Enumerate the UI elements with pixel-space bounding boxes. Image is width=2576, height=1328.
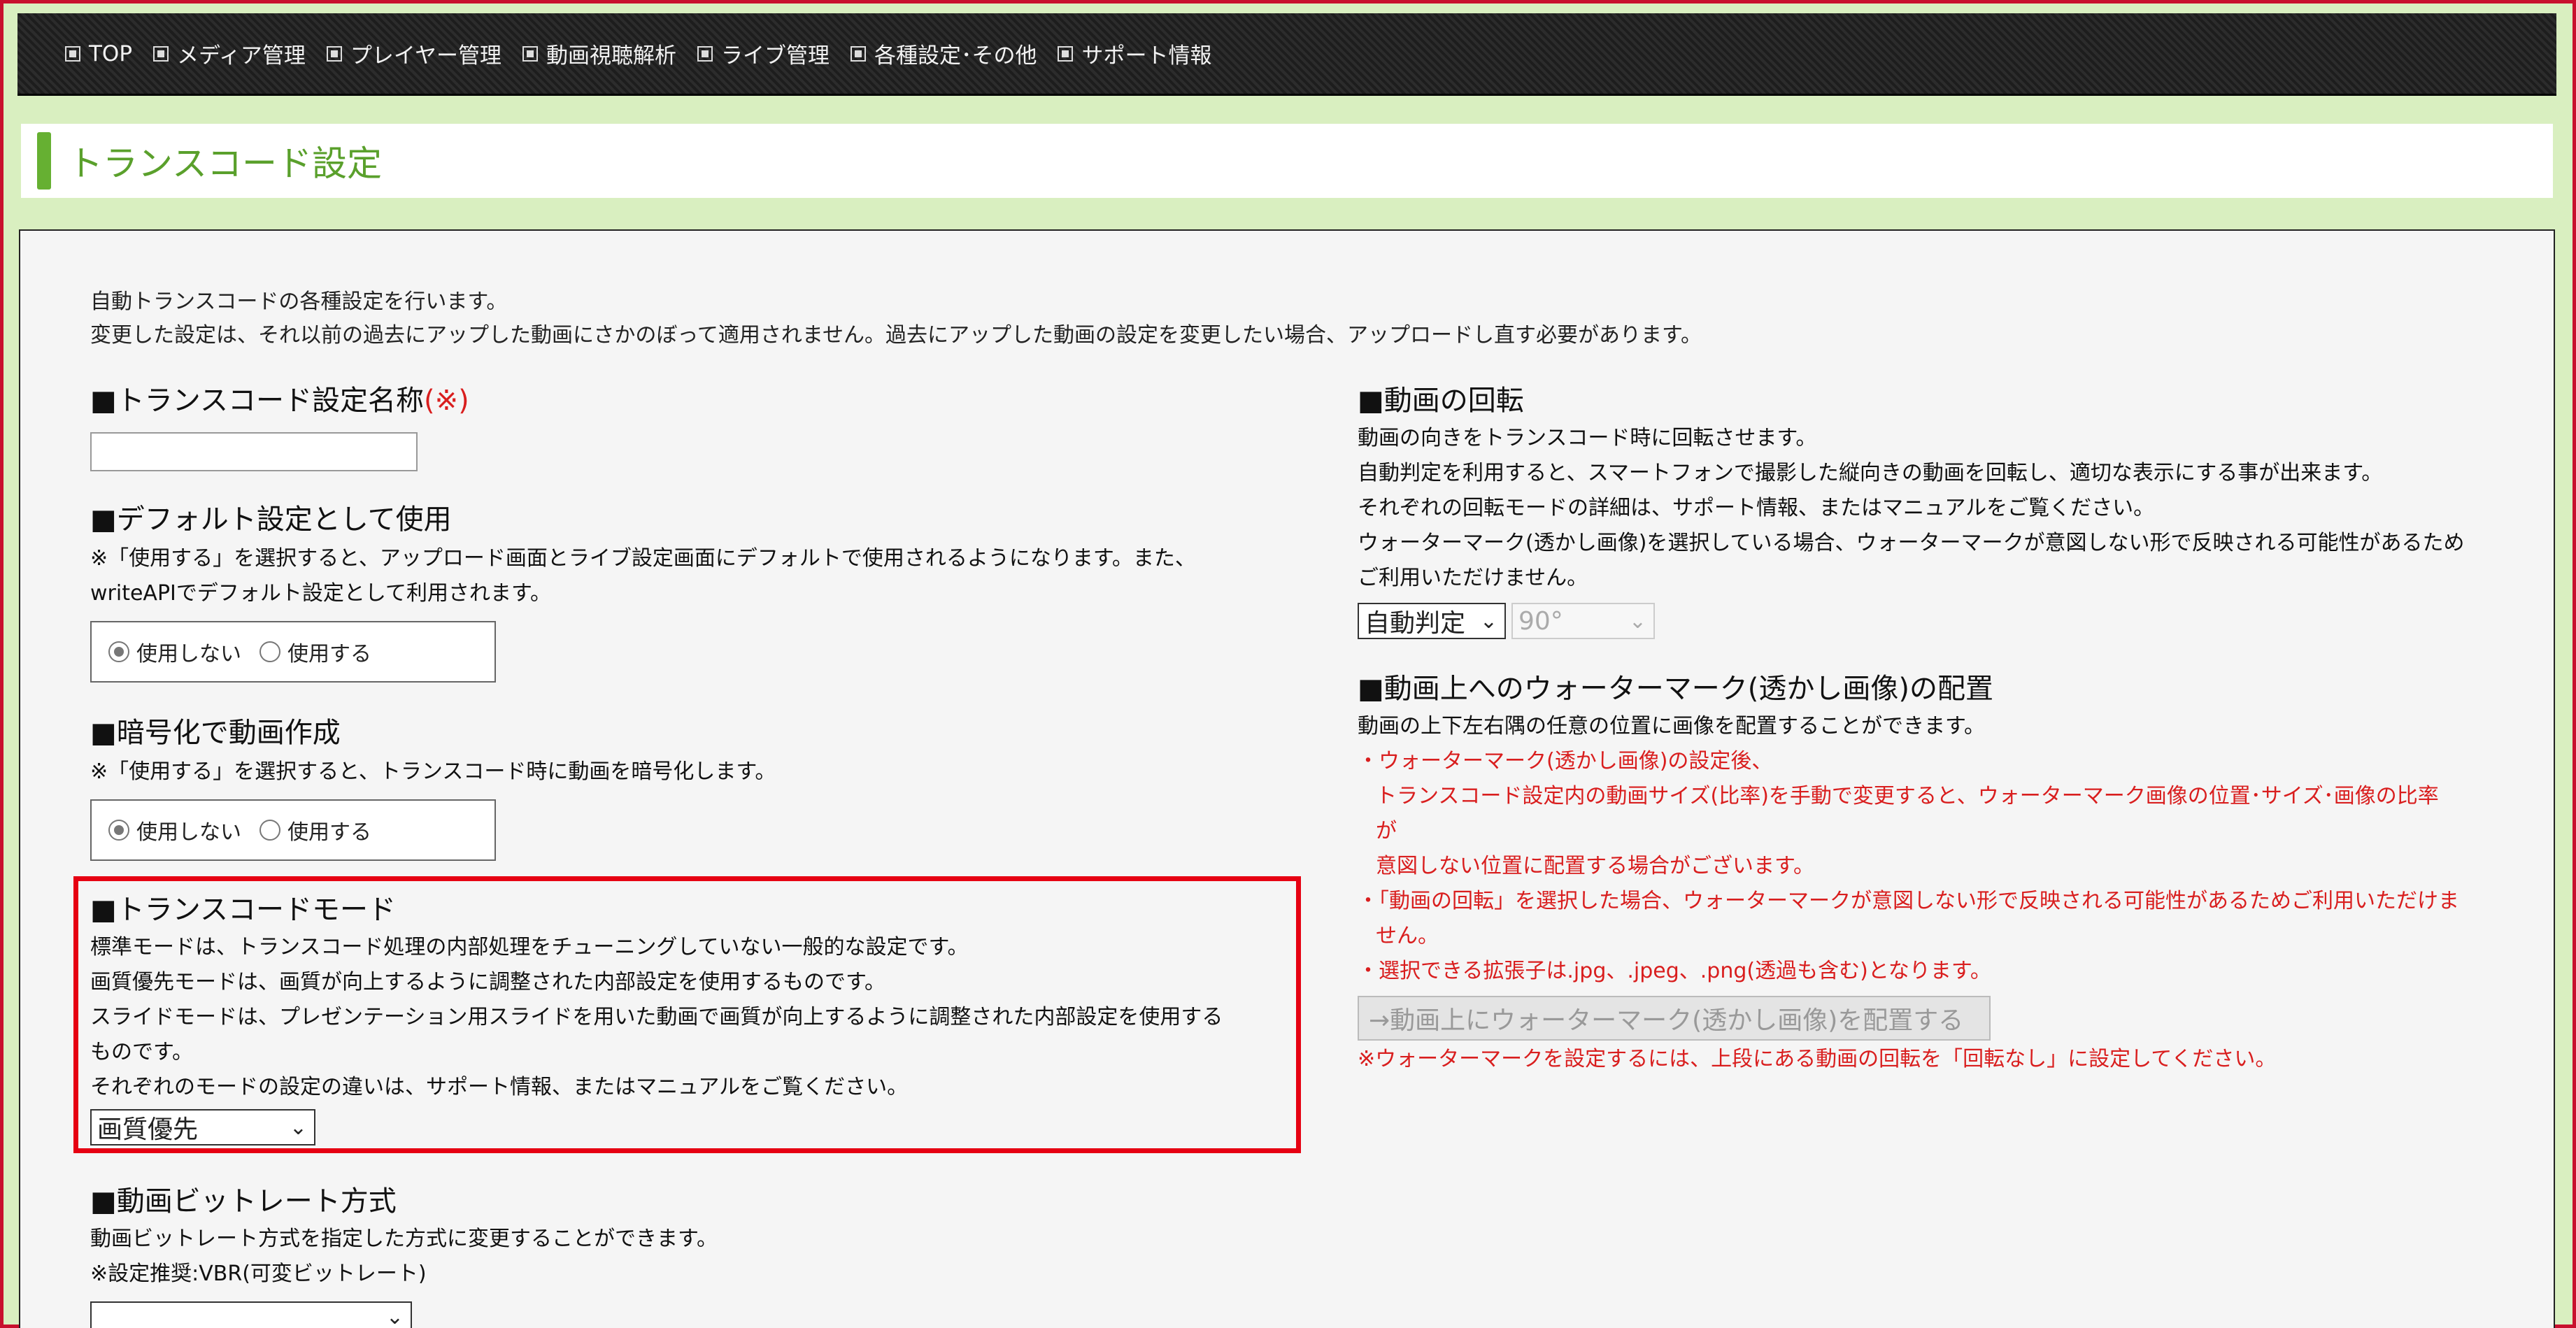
mode-line-1: 標準モードは、トランスコード処理の内部処理をチューニングしていない一般的な設定で… (90, 935, 969, 959)
nav-item-player[interactable]: プレイヤー管理 (326, 38, 501, 69)
section-heading: ■動画ビットレート方式 (90, 1185, 397, 1218)
watermark-section: ■動画上へのウォーターマーク(透かし画像)の配置 動画の上下左右隅の任意の位置に… (1358, 666, 2459, 1077)
checkbox-icon (1058, 45, 1074, 62)
nav-item-live[interactable]: ライブ管理 (697, 38, 830, 69)
mode-line-3: スライドモードは、プレゼンテーション用スライドを用いた動画で画質が向上するように… (90, 1005, 1223, 1029)
nav-item-support[interactable]: サポート情報 (1058, 38, 1211, 69)
watermark-note-7: ・選択できる拡張子は.jpg、.jpeg、.png(透過も含む)となります。 (1358, 959, 1991, 983)
title-bar: トランスコード設定 (21, 124, 2553, 198)
title-accent-bar (37, 132, 51, 190)
section-heading: ■デフォルト設定として使用 (90, 504, 452, 536)
setting-name-input[interactable] (90, 432, 418, 471)
bitrate-select[interactable]: ⌄ (90, 1301, 412, 1328)
chevron-down-icon: ⌄ (1628, 608, 1646, 634)
section-heading: ■動画上へのウォーターマーク(透かし画像)の配置 (1358, 673, 1994, 705)
nav-item-analytics[interactable]: 動画視聴解析 (522, 38, 676, 69)
checkbox-icon (850, 45, 866, 62)
rotation-line-5: ご利用いただけません。 (1358, 566, 1588, 590)
section-heading: ■トランスコードモード (90, 894, 396, 926)
encrypt-section: ■暗号化で動画作成 ※「使用する」を選択すると、トランスコード時に動画を暗号化し… (90, 710, 776, 861)
encrypt-radio-group: 使用しない 使用する (90, 799, 496, 861)
section-heading: ■トランスコード設定名称(※) (90, 385, 469, 417)
transcode-mode-select[interactable]: 画質優先 ⌄ (90, 1109, 315, 1145)
intro-text: 自動トランスコードの各種設定を行います。 変更した設定は、それ以前の過去にアップ… (90, 285, 1702, 352)
chevron-down-icon: ⌄ (1479, 608, 1497, 634)
watermark-note-2: トランスコード設定内の動画サイズ(比率)を手動で変更すると、ウォーターマーク画像… (1376, 784, 2439, 808)
bitrate-line-2: ※設定推奨:VBR(可変ビットレート) (90, 1262, 427, 1286)
watermark-note-1: ・ウォーターマーク(透かし画像)の設定後、 (1358, 749, 1773, 773)
default-radio-group: 使用しない 使用する (90, 621, 496, 683)
required-mark: (※) (424, 385, 469, 417)
mode-line-4: ものです。 (90, 1040, 193, 1064)
radio-checked-icon (108, 641, 129, 662)
default-section: ■デフォルト設定として使用 ※「使用する」を選択すると、アップロード画面とライブ… (90, 497, 1196, 683)
encrypt-note: ※「使用する」を選択すると、トランスコード時に動画を暗号化します。 (90, 759, 776, 784)
rotation-angle-select[interactable]: 90° ⌄ (1511, 603, 1655, 639)
rotation-mode-select[interactable]: 自動判定 ⌄ (1358, 603, 1506, 639)
nav-item-settings[interactable]: 各種設定･その他 (850, 38, 1037, 69)
default-note-1: ※「使用する」を選択すると、アップロード画面とライブ設定画面にデフォルトで使用さ… (90, 546, 1196, 571)
default-option-on[interactable]: 使用する (259, 636, 371, 667)
page-title: トランスコード設定 (68, 143, 382, 184)
rotation-controls: 自動判定 ⌄ 90° ⌄ (1358, 603, 2465, 639)
checkbox-icon (697, 45, 713, 62)
chevron-down-icon: ⌄ (385, 1304, 404, 1328)
top-nav: TOP メディア管理 プレイヤー管理 動画視聴解析 ライブ管理 各種設定･その他… (17, 13, 2556, 96)
checkbox-icon (65, 45, 80, 62)
chevron-down-icon: ⌄ (289, 1115, 307, 1140)
section-heading: ■暗号化で動画作成 (90, 717, 341, 749)
checkbox-icon (326, 45, 342, 62)
app-frame: TOP メディア管理 プレイヤー管理 動画視聴解析 ライブ管理 各種設定･その他… (0, 0, 2576, 1328)
section-heading: ■動画の回転 (1358, 385, 1524, 417)
settings-panel: 自動トランスコードの各種設定を行います。 変更した設定は、それ以前の過去にアップ… (19, 229, 2555, 1328)
rotation-line-4: ウォーターマーク(透かし画像)を選択している場合、ウォーターマークが意図しない形… (1358, 531, 2465, 555)
nav-item-top[interactable]: TOP (65, 41, 132, 66)
watermark-line-1: 動画の上下左右隅の任意の位置に画像を配置することができます。 (1358, 714, 1985, 738)
rotation-line-1: 動画の向きをトランスコード時に回転させます。 (1358, 426, 1817, 450)
watermark-note-6: せん。 (1376, 924, 1439, 948)
bitrate-line-1: 動画ビットレート方式を指定した方式に変更することができます。 (90, 1227, 718, 1251)
mode-section: ■トランスコードモード 標準モードは、トランスコード処理の内部処理をチューニング… (90, 887, 1223, 1145)
checkbox-icon (522, 45, 538, 62)
mode-line-5: それぞれのモードの設定の違いは、サポート情報、またはマニュアルをご覧ください。 (90, 1075, 909, 1099)
encrypt-option-off[interactable]: 使用しない (108, 815, 241, 845)
rotation-line-3: それぞれの回転モードの詳細は、サポート情報、またはマニュアルをご覧ください。 (1358, 496, 2155, 520)
watermark-note-3: が (1376, 819, 1397, 843)
rotation-line-2: 自動判定を利用すると、スマートフォンで撮影した縦向きの動画を回転し、適切な表示に… (1358, 461, 2383, 485)
bitrate-section: ■動画ビットレート方式 動画ビットレート方式を指定した方式に変更することができま… (90, 1178, 718, 1328)
checkbox-icon (153, 45, 169, 62)
default-note-2: writeAPIでデフォルト設定として利用されます。 (90, 581, 551, 606)
rotation-section: ■動画の回転 動画の向きをトランスコード時に回転させます。 自動判定を利用すると… (1358, 378, 2465, 639)
nav-item-media[interactable]: メディア管理 (153, 38, 306, 69)
place-watermark-button[interactable]: →動画上にウォーターマーク(透かし画像)を配置する (1358, 996, 1991, 1041)
intro-line-1: 自動トランスコードの各種設定を行います。 (90, 290, 508, 314)
watermark-setting-note: ※ウォーターマークを設定するには、上段にある動画の回転を「回転なし」に設定してく… (1358, 1047, 2277, 1071)
name-section: ■トランスコード設定名称(※) (90, 378, 469, 471)
intro-line-2: 変更した設定は、それ以前の過去にアップした動画にさかのぼって適用されません。過去… (90, 323, 1702, 348)
watermark-note-5: ・「動画の回転」を選択した場合、ウォーターマークが意図しない形で反映される可能性… (1358, 889, 2459, 913)
watermark-note-4: 意図しない位置に配置する場合がございます。 (1376, 854, 1814, 878)
default-option-off[interactable]: 使用しない (108, 636, 241, 667)
radio-icon (259, 641, 280, 662)
encrypt-option-on[interactable]: 使用する (259, 815, 371, 845)
radio-checked-icon (108, 820, 129, 841)
radio-icon (259, 820, 280, 841)
mode-line-2: 画質優先モードは、画質が向上するように調整された内部設定を使用するものです。 (90, 970, 885, 994)
